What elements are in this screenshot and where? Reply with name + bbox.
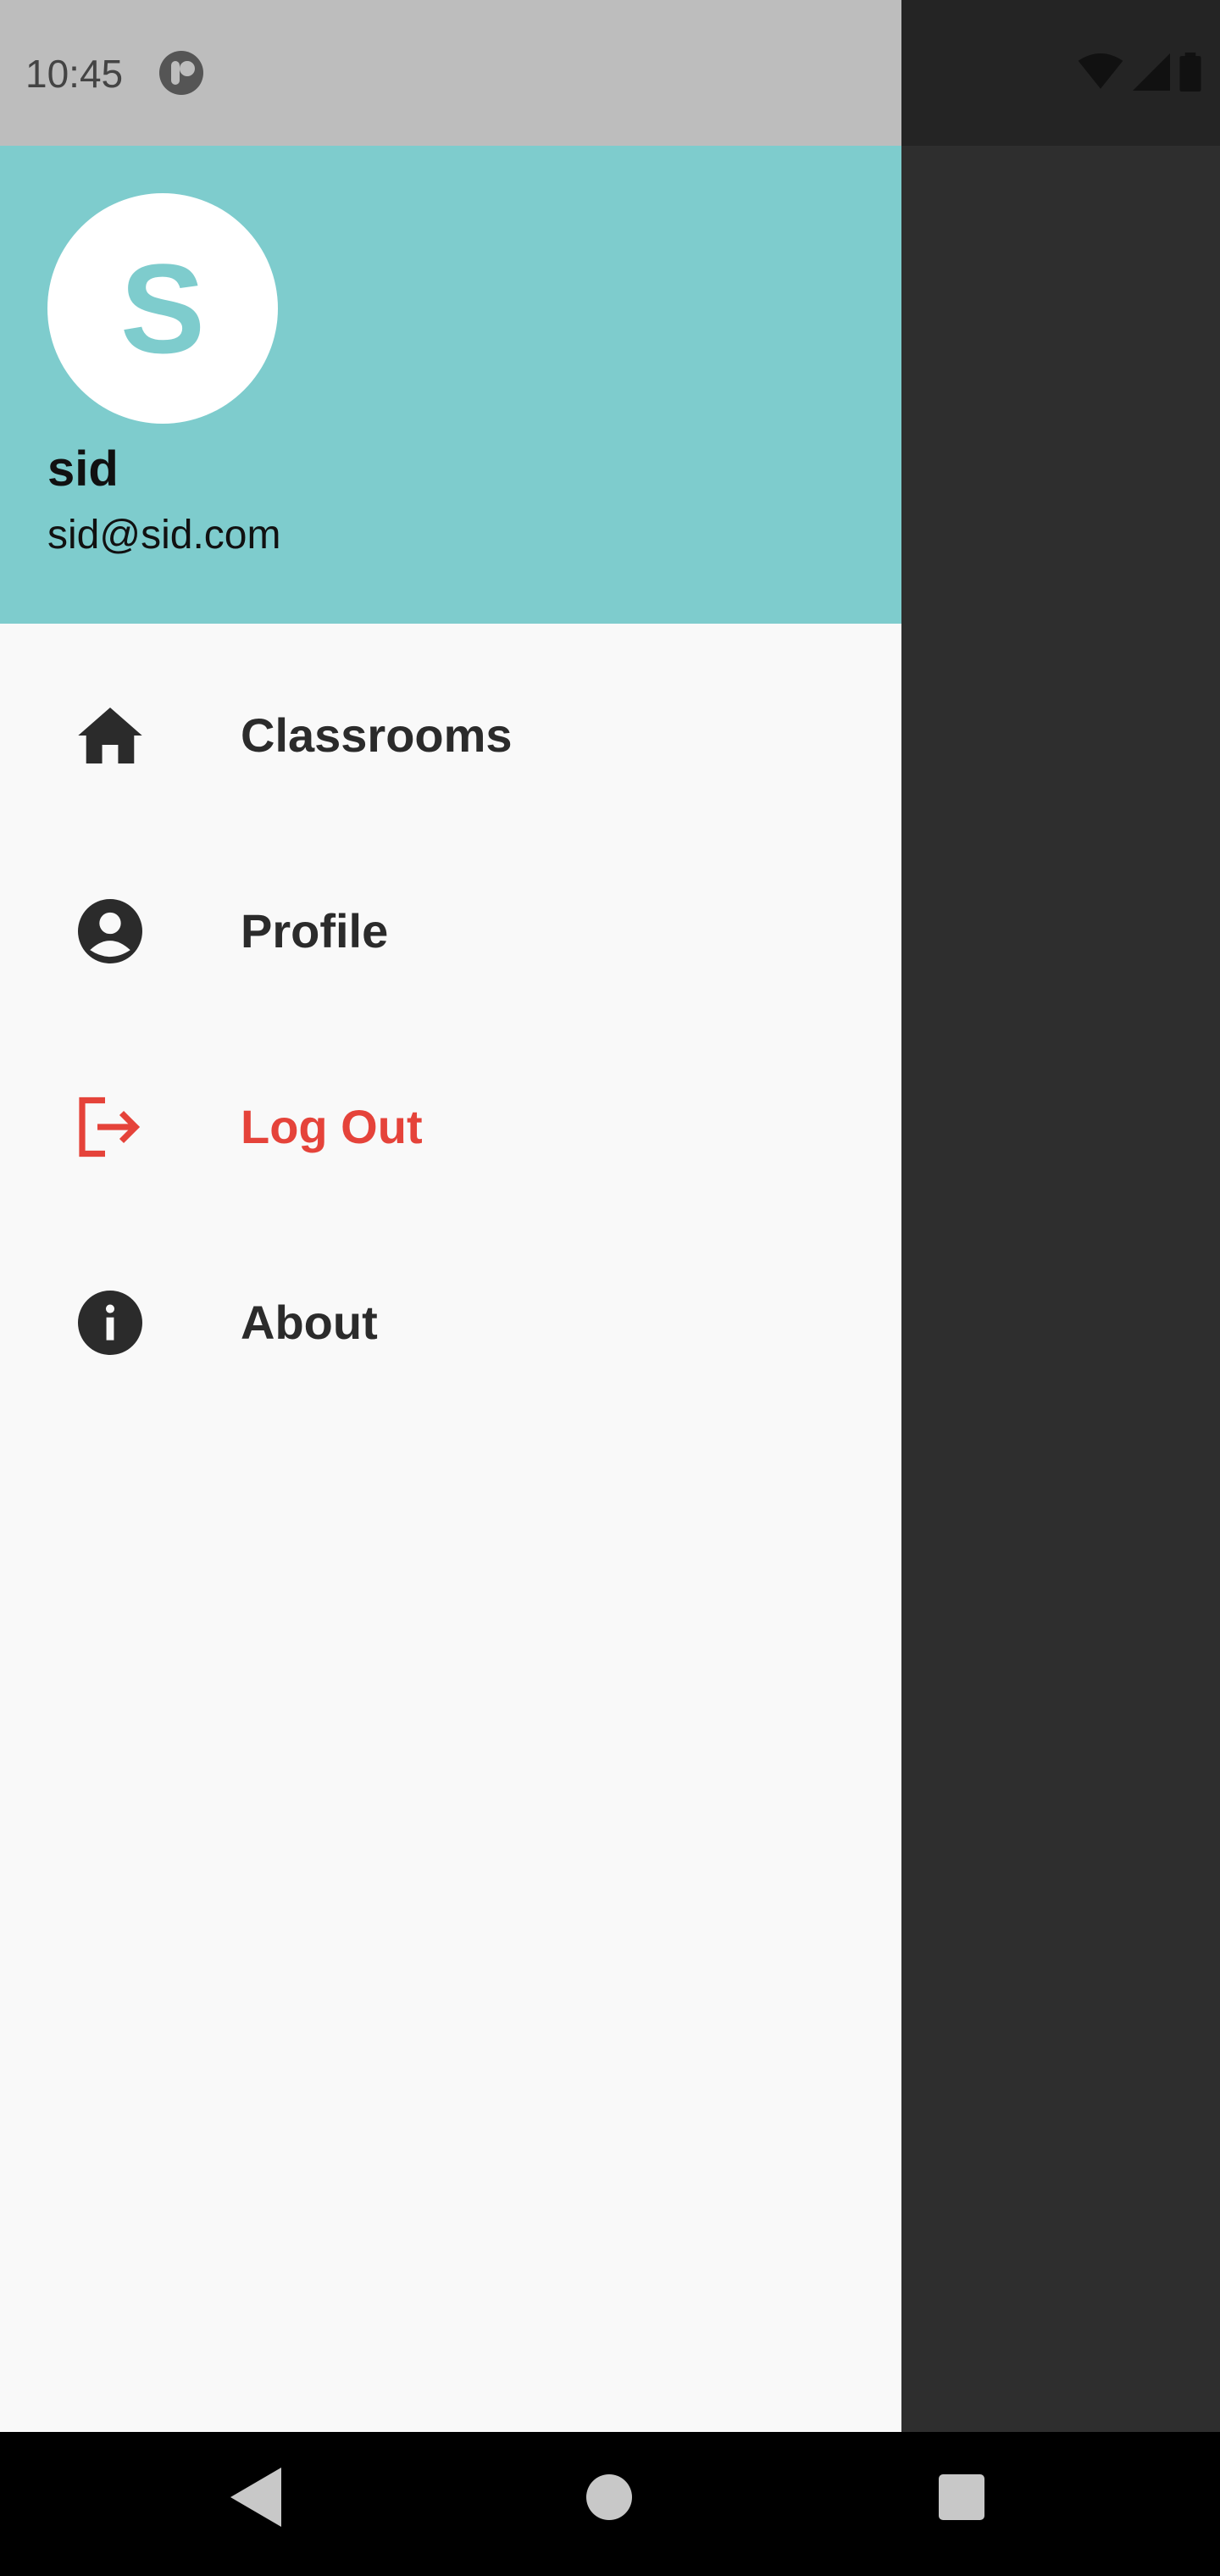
- user-name: sid: [47, 441, 119, 497]
- drawer-menu: Classrooms Profile Log Out About: [0, 637, 901, 1420]
- avatar-letter: S: [119, 237, 206, 380]
- user-email: sid@sid.com: [47, 513, 281, 558]
- menu-item-profile[interactable]: Profile: [0, 833, 901, 1029]
- drawer-header: S sid sid@sid.com: [0, 146, 901, 624]
- menu-item-label: Classrooms: [241, 708, 513, 762]
- avatar[interactable]: S: [47, 193, 278, 424]
- recents-square-icon[interactable]: [939, 2474, 984, 2520]
- account-circle-icon: [76, 897, 144, 965]
- navigation-drawer: 10:45 S sid sid@sid.com Classrooms Profi…: [0, 0, 901, 2432]
- logout-icon: [76, 1093, 144, 1161]
- system-nav-bar: [0, 2432, 1220, 2576]
- menu-item-label: Profile: [241, 904, 389, 958]
- battery-icon: [1179, 53, 1201, 92]
- status-time: 10:45: [25, 52, 124, 96]
- signal-icon: [1133, 53, 1170, 91]
- info-icon: [76, 1289, 144, 1357]
- menu-item-classrooms[interactable]: Classrooms: [0, 637, 901, 833]
- notification-icon: [159, 51, 203, 95]
- back-icon[interactable]: [230, 2468, 281, 2527]
- wifi-icon: [1078, 53, 1123, 89]
- menu-item-label: Log Out: [241, 1100, 423, 1153]
- status-icons: [1078, 53, 1201, 92]
- home-circle-icon[interactable]: [586, 2474, 632, 2520]
- home-icon: [76, 702, 144, 769]
- menu-item-about[interactable]: About: [0, 1224, 901, 1420]
- status-bar: 10:45: [0, 0, 901, 146]
- menu-item-logout[interactable]: Log Out: [0, 1029, 901, 1224]
- menu-item-label: About: [241, 1296, 378, 1349]
